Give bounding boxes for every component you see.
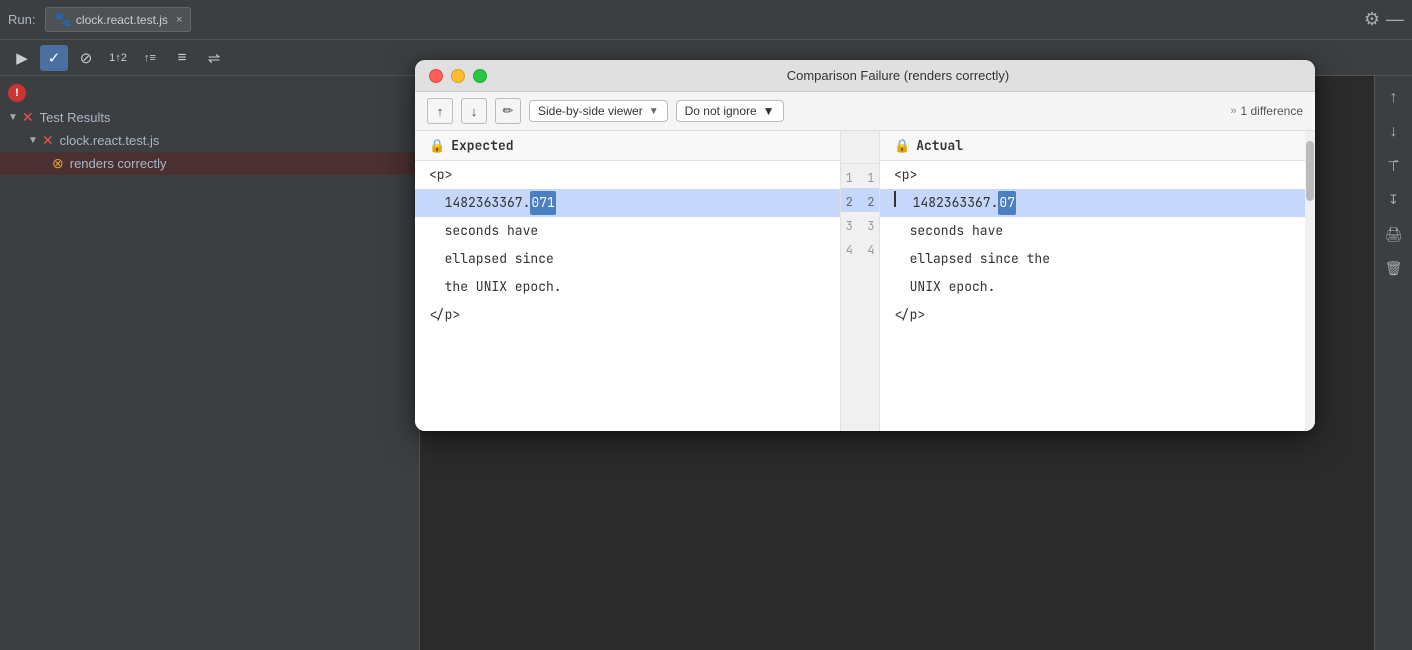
sort-duration-button[interactable]: ↑≡ <box>136 45 164 71</box>
expected-line-4: ellapsed since <box>415 245 840 273</box>
tree-item-renders-correctly[interactable]: ⊗ renders correctly <box>0 152 419 175</box>
expected-line-3: seconds have <box>415 217 840 245</box>
gutter-line-2-highlighted: 2 2 <box>841 188 879 212</box>
actual-pane: 🔒 Actual <p> 1482363367.07 seconds have … <box>880 131 1305 431</box>
next-diff-button[interactable]: ↓ <box>461 98 487 124</box>
renders-status-icon: ⊗ <box>52 155 64 172</box>
actual-highlight-span: 07 <box>998 191 1016 215</box>
expected-header-label: Expected <box>451 137 513 154</box>
actual-line-1: <p> <box>880 161 1305 189</box>
check-button[interactable]: ✓ <box>40 45 68 71</box>
tree-item-test-results[interactable]: ▼ ✕ Test Results <box>0 106 419 129</box>
test-tree-sidebar: ! ▼ ✕ Test Results ▼ ✕ clock.react.test.… <box>0 76 420 650</box>
expected-lines: <p> 1482363367.071 seconds have ellapsed… <box>415 161 840 329</box>
actual-lock-icon: 🔒 <box>894 137 910 154</box>
close-window-button[interactable] <box>429 69 443 83</box>
actual-line-4: ellapsed since the <box>880 245 1305 273</box>
actual-line-5: UNIX epoch. <box>880 273 1305 301</box>
modal-scrollbar[interactable] <box>1305 131 1315 431</box>
tree-label-clock: clock.react.test.js <box>60 133 160 148</box>
gutter-line-3: 3 3 <box>841 212 879 236</box>
run-button[interactable]: ▶ <box>8 45 36 71</box>
diff-gutter: 1 1 2 2 3 3 4 4 <box>840 131 880 431</box>
settings-icon[interactable]: ⚙ <box>1364 9 1380 30</box>
viewer-dropdown-arrow: ▼ <box>649 106 659 117</box>
group-button[interactable]: ≡ <box>168 45 196 71</box>
maximize-window-button[interactable] <box>473 69 487 83</box>
actual-header: 🔒 Actual <box>880 131 1305 161</box>
modal-toolbar: ↑ ↓ ✏ Side-by-side viewer ▼ Do not ignor… <box>415 92 1315 131</box>
diff-count-label: 1 difference <box>1241 104 1304 118</box>
viewer-select-dropdown[interactable]: Side-by-side viewer ▼ <box>529 100 668 122</box>
prev-diff-button[interactable]: ↑ <box>427 98 453 124</box>
sort-alpha-button[interactable]: 1↑2 <box>104 45 132 71</box>
tab-close-button[interactable]: × <box>176 14 182 26</box>
actual-line-3: seconds have <box>880 217 1305 245</box>
align-bottom-button[interactable]: ↧ <box>1380 186 1408 214</box>
modal-title: Comparison Failure (renders correctly) <box>495 68 1301 83</box>
expected-line-1: <p> <box>415 161 840 189</box>
expected-line-6: </p> <box>415 301 840 329</box>
file-tab[interactable]: 🐾 clock.react.test.js × <box>45 7 191 32</box>
clock-expand-arrow: ▼ <box>28 135 38 146</box>
text-cursor <box>894 191 896 207</box>
modal-titlebar: Comparison Failure (renders correctly) <box>415 60 1315 92</box>
tree-item-clock-test[interactable]: ▼ ✕ clock.react.test.js <box>0 129 419 152</box>
minimize-window-button[interactable] <box>451 69 465 83</box>
right-rail: ↑ ↓ ⊤̄ ↧ 🖨 🗑 <box>1374 76 1412 650</box>
expected-header: 🔒 Expected <box>415 131 840 161</box>
actual-header-label: Actual <box>916 137 963 154</box>
viewer-select-label: Side-by-side viewer <box>538 104 643 118</box>
delete-button[interactable]: 🗑 <box>1380 254 1408 282</box>
edit-button[interactable]: ✏ <box>495 98 521 124</box>
expected-lock-icon: 🔒 <box>429 137 445 154</box>
run-label: Run: <box>8 12 35 27</box>
clock-status-icon: ✕ <box>42 132 54 149</box>
ignore-select-label: Do not ignore <box>685 104 757 118</box>
scroll-up-button[interactable]: ↑ <box>1380 84 1408 112</box>
scrollbar-thumb[interactable] <box>1306 141 1314 201</box>
scroll-down-button[interactable]: ↓ <box>1380 118 1408 146</box>
print-button[interactable]: 🖨 <box>1380 220 1408 248</box>
status-fail-icon: ✕ <box>22 109 34 126</box>
tab-filename: clock.react.test.js <box>76 13 168 27</box>
expected-line-5: the UNIX epoch. <box>415 273 840 301</box>
expected-pane: 🔒 Expected <p> 1482363367.071 seconds ha… <box>415 131 840 431</box>
align-top-button[interactable]: ⊤̄ <box>1380 152 1408 180</box>
expected-line-2: 1482363367.071 <box>415 189 840 217</box>
tree-label-renders: renders correctly <box>70 156 167 171</box>
diff-container: 🔒 Expected <p> 1482363367.071 seconds ha… <box>415 131 1315 431</box>
expected-highlight-span: 071 <box>530 191 555 215</box>
filter-button[interactable]: ⇌ <box>200 45 228 71</box>
actual-line-2: 1482363367.07 <box>880 189 1305 217</box>
tab-file-icon: 🐾 <box>54 11 71 28</box>
stop-button[interactable]: ⊘ <box>72 45 100 71</box>
actual-lines: <p> 1482363367.07 seconds have ellapsed … <box>880 161 1305 329</box>
gutter-line-1: 1 1 <box>841 164 879 188</box>
ignore-dropdown-arrow: ▼ <box>763 104 775 118</box>
ignore-select-dropdown[interactable]: Do not ignore ▼ <box>676 100 784 122</box>
error-badge: ! <box>8 84 26 102</box>
diff-count-display: » 1 difference <box>1230 104 1303 118</box>
actual-line-6: </p> <box>880 301 1305 329</box>
diff-arrows-icon: » <box>1230 105 1236 117</box>
minimize-icon[interactable]: — <box>1386 9 1404 30</box>
top-toolbar: Run: 🐾 clock.react.test.js × ⚙ — <box>0 0 1412 40</box>
comparison-failure-modal: Comparison Failure (renders correctly) ↑… <box>415 60 1315 431</box>
tree-label-test-results: Test Results <box>40 110 111 125</box>
modal-overlay: Comparison Failure (renders correctly) ↑… <box>415 60 1315 431</box>
expand-arrow: ▼ <box>8 112 18 123</box>
gutter-line-4: 4 4 <box>841 236 879 260</box>
